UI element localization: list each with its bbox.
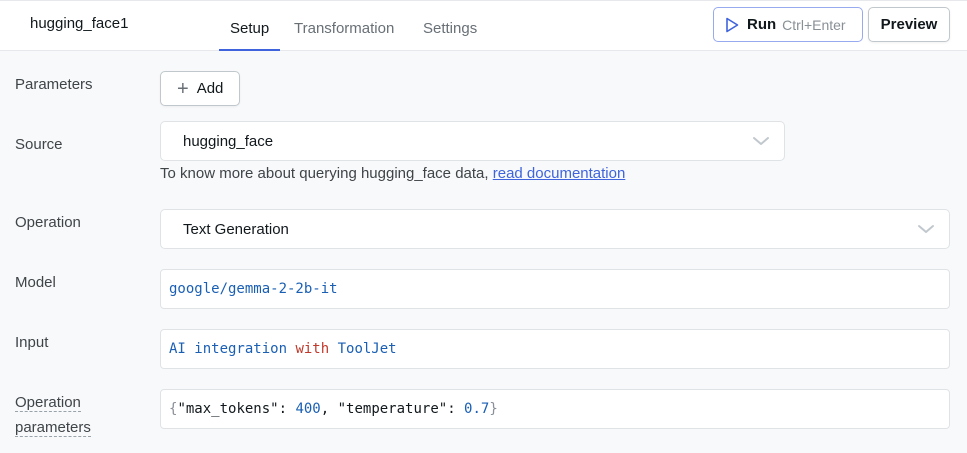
help-text: To know more about querying hugging_face… — [160, 165, 489, 182]
operation-parameters-label-line2: parameters — [15, 419, 91, 437]
operation-value: Text Generation — [183, 220, 289, 238]
tab-setup[interactable]: Setup — [230, 20, 269, 37]
tab-settings[interactable]: Settings — [423, 20, 477, 37]
json-value: {"max_tokens": 400, "temperature": 0.7} — [169, 401, 498, 417]
query-name[interactable]: hugging_face1 — [30, 15, 128, 32]
operation-label: Operation — [15, 214, 81, 231]
run-shortcut: Ctrl+Enter — [782, 16, 846, 33]
plus-icon: + — [177, 77, 189, 100]
run-label: Run — [747, 16, 777, 33]
operation-select[interactable]: Text Generation — [160, 209, 950, 249]
input-label: Input — [15, 334, 49, 351]
read-documentation-link[interactable]: read documentation — [493, 165, 626, 182]
add-label: Add — [196, 80, 224, 97]
source-select[interactable]: hugging_face — [160, 121, 785, 161]
parameters-label: Parameters — [15, 76, 93, 93]
model-label: Model — [15, 274, 56, 291]
operation-parameters-label-2: parameters — [15, 419, 91, 437]
operation-parameters-input[interactable]: {"max_tokens": 400, "temperature": 0.7} — [160, 389, 950, 429]
input-token-keyword: with — [295, 341, 330, 357]
chevron-down-icon — [918, 225, 934, 233]
source-help-text: To know more about querying hugging_face… — [160, 165, 625, 182]
query-header: hugging_face1 Setup Transformation Setti… — [0, 0, 967, 51]
input-token-1: AI integration — [169, 341, 296, 357]
operation-parameters-label-line1: Operation — [15, 394, 81, 412]
input-token-3: ToolJet — [329, 341, 397, 357]
operation-parameters-label: Operation — [15, 394, 81, 412]
model-input[interactable]: google/gemma-2-2b-it — [160, 269, 950, 309]
add-parameter-button[interactable]: + Add — [160, 71, 240, 106]
preview-button[interactable]: Preview — [868, 7, 950, 42]
model-value: google/gemma-2-2b-it — [169, 281, 338, 297]
active-tab-indicator — [219, 49, 280, 51]
source-value: hugging_face — [183, 132, 274, 150]
run-button[interactable]: Run Ctrl+Enter — [713, 7, 863, 42]
play-icon — [726, 17, 739, 32]
input-field[interactable]: AI integration with ToolJet — [160, 329, 950, 369]
source-label: Source — [15, 136, 63, 153]
chevron-down-icon — [753, 137, 769, 145]
tab-transformation[interactable]: Transformation — [294, 20, 394, 37]
